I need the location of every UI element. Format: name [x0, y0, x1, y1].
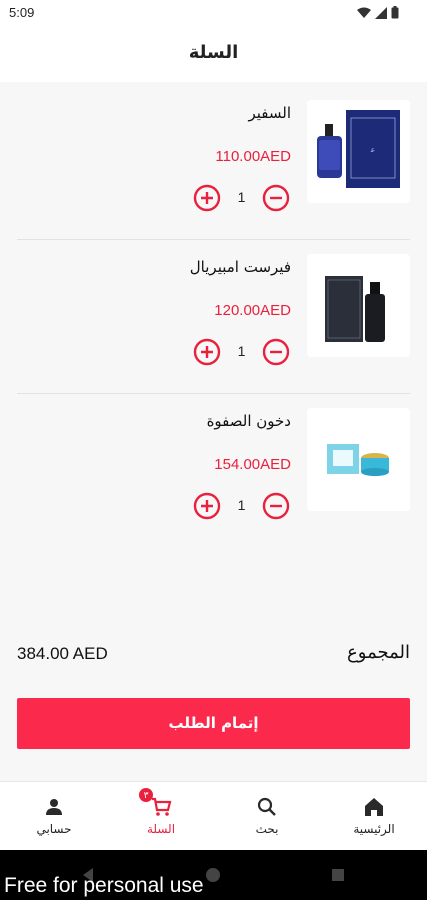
cart-item: فيرست امبيريال 120.00AED 1 — [0, 240, 427, 394]
home-icon — [365, 798, 383, 816]
nav-item-account[interactable]: حسابي — [24, 782, 84, 851]
plus-circle-icon[interactable] — [193, 338, 221, 366]
cart-count-badge: ٣ — [139, 788, 153, 802]
status-icons — [357, 6, 399, 19]
product-name[interactable]: فيرست امبيريال — [190, 258, 291, 276]
checkout-button[interactable]: إتمام الطلب — [17, 698, 410, 749]
minus-circle-icon[interactable] — [262, 338, 290, 366]
search-icon — [257, 797, 276, 816]
cart-item: دخون الصفوة 154.00AED 1 — [0, 394, 427, 548]
nav-item-cart[interactable]: ٣ السلة — [131, 782, 191, 851]
page-title: السلة — [188, 42, 239, 63]
plus-circle-icon[interactable] — [193, 492, 221, 520]
quantity-value: 1 — [237, 497, 246, 513]
product-name[interactable]: السفير — [248, 104, 291, 122]
perfume-bottle-icon — [307, 254, 410, 357]
bakhoor-jar-icon — [307, 408, 410, 511]
wifi-icon — [357, 7, 371, 18]
cart-list: ﻋ السفير 110.00AED 1 فيرست امبيريال 120.… — [0, 86, 427, 548]
quantity-stepper: 1 — [193, 184, 290, 212]
system-nav-bar: Free for personal use — [0, 850, 427, 900]
recents-icon[interactable] — [330, 867, 346, 883]
minus-circle-icon[interactable] — [262, 184, 290, 212]
nav-label: الرئيسية — [353, 822, 395, 836]
total-value: 384.00 AED — [17, 644, 108, 663]
status-time: 5:09 — [9, 5, 35, 20]
nav-label: بحث — [255, 822, 279, 836]
quantity-value: 1 — [237, 189, 246, 205]
quantity-value: 1 — [237, 343, 246, 359]
watermark: Free for personal use — [4, 874, 204, 897]
total-label: المجموع — [347, 642, 410, 663]
signal-icon — [375, 6, 387, 19]
nav-label: حسابي — [36, 822, 72, 836]
product-image[interactable] — [307, 254, 410, 357]
product-price: 120.00AED — [214, 302, 291, 319]
quantity-stepper: 1 — [193, 492, 290, 520]
product-price: 154.00AED — [214, 456, 291, 473]
person-icon — [46, 799, 62, 815]
product-image[interactable] — [307, 408, 410, 511]
minus-circle-icon[interactable] — [262, 492, 290, 520]
bottom-nav: الرئيسية بحث ٣ السلة حسابي — [0, 781, 427, 850]
cart-icon — [152, 797, 172, 816]
perfume-bottle-icon: ﻋ — [307, 100, 410, 203]
product-image[interactable]: ﻋ — [307, 100, 410, 203]
plus-circle-icon[interactable] — [193, 184, 221, 212]
app-header: السلة — [0, 28, 427, 82]
product-price: 110.00AED — [215, 148, 291, 165]
product-name[interactable]: دخون الصفوة — [207, 412, 291, 430]
status-bar: 5:09 — [0, 0, 427, 28]
nav-item-home[interactable]: الرئيسية — [344, 782, 404, 851]
total-row: المجموع 384.00 AED — [17, 640, 410, 670]
svg-text:ﻋ: ﻋ — [370, 146, 375, 154]
nav-item-search[interactable]: بحث — [237, 782, 297, 851]
battery-icon — [391, 6, 399, 19]
home-circle-icon[interactable] — [205, 867, 221, 883]
nav-label: السلة — [146, 822, 176, 836]
quantity-stepper: 1 — [193, 338, 290, 366]
cart-item: ﻋ السفير 110.00AED 1 — [0, 86, 427, 240]
